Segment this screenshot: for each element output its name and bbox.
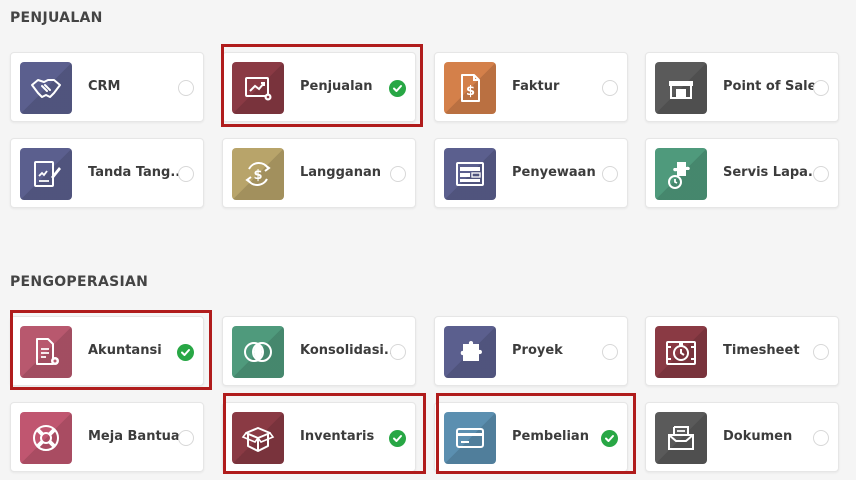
subscription-icon: $ — [232, 148, 284, 200]
box-icon — [232, 412, 284, 464]
app-card-proyek[interactable]: Proyek — [434, 316, 628, 386]
select-radio-pos[interactable] — [813, 80, 829, 96]
app-label-dokumen: Dokumen — [723, 429, 793, 444]
select-radio-konsolidasi[interactable] — [390, 344, 406, 360]
app-card-penyewaan[interactable]: Penyewaan — [434, 138, 628, 208]
lifebuoy-icon — [20, 412, 72, 464]
document-tray-icon — [655, 412, 707, 464]
app-label-penyewaan: Penyewaan — [512, 165, 596, 180]
app-card-langganan[interactable]: $ Langganan — [222, 138, 416, 208]
app-label-pos: Point of Sale — [723, 79, 817, 94]
app-card-inventaris[interactable]: Inventaris — [222, 402, 416, 472]
select-radio-meja-bantuan[interactable] — [178, 430, 194, 446]
store-icon — [655, 62, 707, 114]
app-card-meja-bantuan[interactable]: Meja Bantuan — [10, 402, 204, 472]
puzzle-icon — [444, 326, 496, 378]
select-radio-penyewaan[interactable] — [602, 166, 618, 182]
app-label-pembelian: Pembelian — [512, 429, 589, 444]
check-icon[interactable] — [389, 430, 406, 447]
app-label-konsolidasi: Konsolidasi... — [300, 343, 399, 358]
field-service-icon — [655, 148, 707, 200]
app-label-servis: Servis Lapa... — [723, 165, 823, 180]
select-radio-langganan[interactable] — [390, 166, 406, 182]
select-radio-servis[interactable] — [813, 166, 829, 182]
consolidation-icon — [232, 326, 284, 378]
select-radio-dokumen[interactable] — [813, 430, 829, 446]
sign-document-icon — [20, 148, 72, 200]
app-label-akuntansi: Akuntansi — [88, 343, 162, 358]
credit-card-icon — [444, 412, 496, 464]
app-card-penjualan[interactable]: Penjualan — [222, 52, 416, 122]
app-label-penjualan: Penjualan — [300, 79, 373, 94]
app-label-crm: CRM — [88, 79, 121, 94]
select-radio-faktur[interactable] — [602, 80, 618, 96]
app-card-konsolidasi[interactable]: Konsolidasi... — [222, 316, 416, 386]
svg-text:$: $ — [466, 84, 475, 99]
app-label-proyek: Proyek — [512, 343, 563, 358]
stopwatch-icon — [655, 326, 707, 378]
select-radio-timesheet[interactable] — [813, 344, 829, 360]
section-title-pengoperasian: PENGOPERASIAN — [10, 274, 149, 290]
app-card-crm[interactable]: CRM — [10, 52, 204, 122]
accounting-doc-icon — [20, 326, 72, 378]
select-radio-proyek[interactable] — [602, 344, 618, 360]
app-label-timesheet: Timesheet — [723, 343, 800, 358]
svg-text:$: $ — [253, 168, 262, 183]
rental-calendar-icon — [444, 148, 496, 200]
app-card-servis[interactable]: Servis Lapa... — [645, 138, 839, 208]
app-label-meja-bantuan: Meja Bantuan — [88, 429, 189, 444]
sales-chart-icon — [232, 62, 284, 114]
select-radio-tanda-tangan[interactable] — [178, 166, 194, 182]
check-icon[interactable] — [601, 430, 618, 447]
app-label-tanda-tangan: Tanda Tang... — [88, 165, 186, 180]
app-card-faktur[interactable]: $ Faktur — [434, 52, 628, 122]
check-icon[interactable] — [389, 80, 406, 97]
app-card-akuntansi[interactable]: Akuntansi — [10, 316, 204, 386]
invoice-dollar-icon: $ — [444, 62, 496, 114]
app-label-inventaris: Inventaris — [300, 429, 375, 444]
app-label-langganan: Langganan — [300, 165, 381, 180]
app-card-timesheet[interactable]: Timesheet — [645, 316, 839, 386]
app-card-pembelian[interactable]: Pembelian — [434, 402, 628, 472]
check-icon[interactable] — [177, 344, 194, 361]
app-card-pos[interactable]: Point of Sale — [645, 52, 839, 122]
app-card-dokumen[interactable]: Dokumen — [645, 402, 839, 472]
section-title-penjualan: PENJUALAN — [10, 10, 103, 26]
select-radio-crm[interactable] — [178, 80, 194, 96]
app-card-tanda-tangan[interactable]: Tanda Tang... — [10, 138, 204, 208]
app-label-faktur: Faktur — [512, 79, 560, 94]
handshake-icon — [20, 62, 72, 114]
